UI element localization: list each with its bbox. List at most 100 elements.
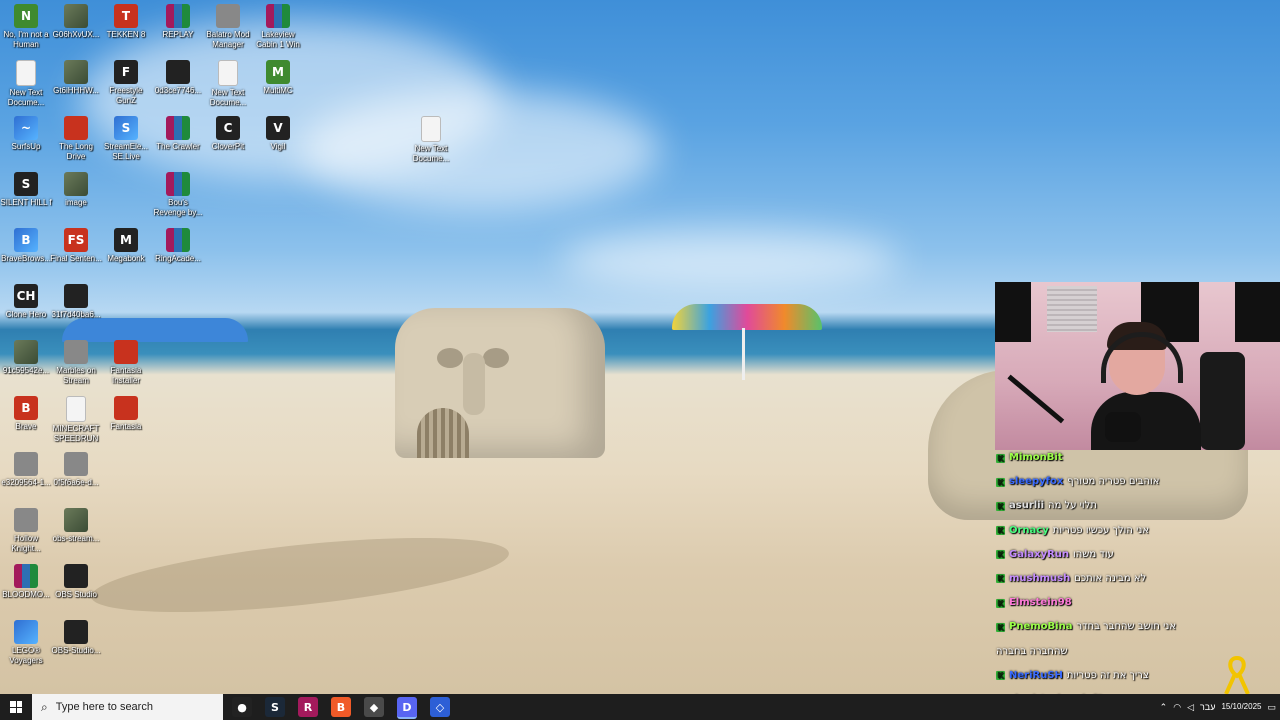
blue-umbrella <box>62 318 248 342</box>
desktop-icon[interactable]: LEGO® Voyagers <box>0 620 52 666</box>
network-icon[interactable]: ◠ <box>1173 702 1181 713</box>
chat-text: תלוי על מה <box>1048 500 1097 512</box>
wallpaper-cloud <box>300 90 660 210</box>
desktop-icon[interactable]: The Crawler <box>152 116 204 152</box>
rainbow-umbrella <box>672 304 822 330</box>
desktop-icon[interactable]: B BraveBrows... <box>0 228 52 264</box>
castle-eye <box>437 348 463 368</box>
file-icon <box>14 452 38 476</box>
chat-message: Kasurlii תלוי על מה <box>996 500 1280 512</box>
desktop-icon[interactable]: MINECRAFT SPEEDRUN <box>50 396 102 444</box>
chevron-up-icon[interactable]: ⌃ <box>1160 702 1168 713</box>
desktop-icon[interactable]: Gt6iHHHW... <box>50 60 102 96</box>
kick-badge-icon: K <box>996 453 1005 463</box>
desktop-icon[interactable]: M Megabonk <box>100 228 152 264</box>
desktop-icon-label: CloverPit <box>211 142 245 151</box>
desktop-icon-label: obs-stream... <box>52 534 100 543</box>
notification-icon[interactable]: ▭ <box>1267 702 1276 713</box>
desktop-icon[interactable]: S SILENT HILL f <box>0 172 52 208</box>
winrar-icon <box>166 228 190 252</box>
desktop-icon[interactable]: The Long Drive <box>50 116 102 162</box>
text-document-icon <box>218 60 238 86</box>
desktop-icon[interactable]: New Text Docume... <box>0 60 52 108</box>
desktop-icon[interactable]: Lakeview Cabin 1 Win <box>252 4 304 50</box>
search-box[interactable]: ⌕ Type here to search <box>32 694 223 720</box>
clock[interactable]: 15/10/2025 <box>1221 702 1261 712</box>
desktop-icon-label: SILENT HILL f <box>0 198 52 207</box>
surfsup-icon: ~ <box>14 116 38 140</box>
desktop-icon[interactable]: RingAcade... <box>152 228 204 264</box>
desktop-icon[interactable]: BLOODMO... <box>0 564 52 600</box>
clone-hero-icon: CH <box>14 284 38 308</box>
desktop-icon-label: Hollow Knight... <box>11 534 41 553</box>
castle-eye <box>483 348 509 368</box>
desktop-icon[interactable]: Bou's Revenge by... <box>152 172 204 218</box>
desktop-icon[interactable]: G06hXvUX... <box>50 4 102 40</box>
desktop-icon[interactable]: New Text Docume... <box>405 116 457 164</box>
desktop-icon[interactable]: obs-stream... <box>50 508 102 544</box>
brave-taskbar-icon[interactable]: B <box>331 697 351 717</box>
desktop-icon-label: Brave <box>15 422 37 431</box>
brave-icon: B <box>14 396 38 420</box>
desktop-icon[interactable]: OBS Studio <box>50 564 102 600</box>
desktop-icon-label: Final Senten... <box>50 254 102 263</box>
desktop-icon-label: New Text Docume... <box>412 144 450 163</box>
discord-taskbar-icon[interactable]: D <box>397 697 417 719</box>
desktop-icon[interactable]: T TEKKEN 8 <box>100 4 152 40</box>
desktop-icon[interactable]: Balatro Mod Manager <box>202 4 254 50</box>
chair <box>1200 352 1245 450</box>
desktop-icon[interactable]: New Text Docume... <box>202 60 254 108</box>
desktop-icon[interactable]: 31f7d40ba6... <box>50 284 102 320</box>
desktop-icon[interactable]: N No, I'm not a Human <box>0 4 52 50</box>
desktop-icon[interactable]: e3209564-1... <box>0 452 52 488</box>
obs-studio-taskbar-icon[interactable]: ● <box>232 697 252 717</box>
desktop-icon[interactable]: 91c59542e... <box>0 340 52 376</box>
system-tray: ⌃ ◠ ◁ עבר 15/10/2025 ▭ <box>1160 694 1276 720</box>
multimc-icon: M <box>266 60 290 84</box>
desktop-icon-label: Megabonk <box>107 254 145 263</box>
chat-username: MimonBit <box>1009 452 1063 463</box>
volume-icon[interactable]: ◁ <box>1187 702 1194 713</box>
desktop-icon[interactable]: Hollow Knight... <box>0 508 52 554</box>
desktop-icon-label: The Long Drive <box>59 142 93 161</box>
desktop-icon[interactable]: F Freestyle GunZ <box>100 60 152 106</box>
desktop-icon[interactable]: REPLAY <box>152 4 204 40</box>
shield-taskbar-icon[interactable]: ◆ <box>364 697 384 717</box>
desktop-icon[interactable]: Marbles on Stream <box>50 340 102 386</box>
winrar-taskbar-icon[interactable]: R <box>298 697 318 717</box>
fantasia-icon <box>114 396 138 420</box>
chat-message: K MimonBit <box>996 452 1280 464</box>
desktop-icon[interactable]: FS Final Senten... <box>50 228 102 264</box>
tekken-icon: T <box>114 4 138 28</box>
desktop-icon[interactable]: C CloverPit <box>202 116 254 152</box>
language-indicator[interactable]: עבר <box>1200 702 1215 712</box>
desktop-icon-label: Balatro Mod Manager <box>206 30 250 49</box>
desktop-icon[interactable]: image <box>50 172 102 208</box>
dash-file-icon <box>166 60 190 84</box>
desktop-icon[interactable]: 0f5f6a6e-d... <box>50 452 102 488</box>
start-button[interactable] <box>0 694 32 720</box>
desktop-icon[interactable]: ~ SurfsUp <box>0 116 52 152</box>
kick-badge-icon: K <box>996 526 1005 536</box>
kick-badge-icon: K <box>996 598 1005 608</box>
desktop-icon[interactable]: Fantasia <box>100 396 152 432</box>
kick-badge-icon: K <box>996 622 1005 632</box>
desktop-icon-label: MultiMC <box>263 86 293 95</box>
desktop-icon-label: e3209564-1... <box>1 478 51 487</box>
chat-username: GalaxyRun <box>1009 548 1070 560</box>
desktop-icon[interactable]: V Vigil <box>252 116 304 152</box>
chat-text: אני חושב שהחבר בחדר <box>1076 621 1177 633</box>
desktop-icon[interactable]: M MultiMC <box>252 60 304 96</box>
winrar-icon <box>266 4 290 28</box>
desktop-icon[interactable]: Fantasia Installer <box>100 340 152 386</box>
silent-hill-icon: S <box>14 172 38 196</box>
desktop-icon[interactable]: OBS-Studio... <box>50 620 102 656</box>
desktop-icon[interactable]: 0d3ce7746... <box>152 60 204 96</box>
desktop-icon[interactable]: CH Clone Hero <box>0 284 52 320</box>
app-taskbar-icon[interactable]: ◇ <box>430 697 450 717</box>
desktop-icon[interactable]: S StreamEle... SE.Live <box>100 116 152 162</box>
chat-text: שהחברה בחברה <box>996 645 1068 657</box>
desktop-icon[interactable]: B Brave <box>0 396 52 432</box>
desktop-icon-label: REPLAY <box>162 30 194 39</box>
steam-taskbar-icon[interactable]: S <box>265 697 285 717</box>
